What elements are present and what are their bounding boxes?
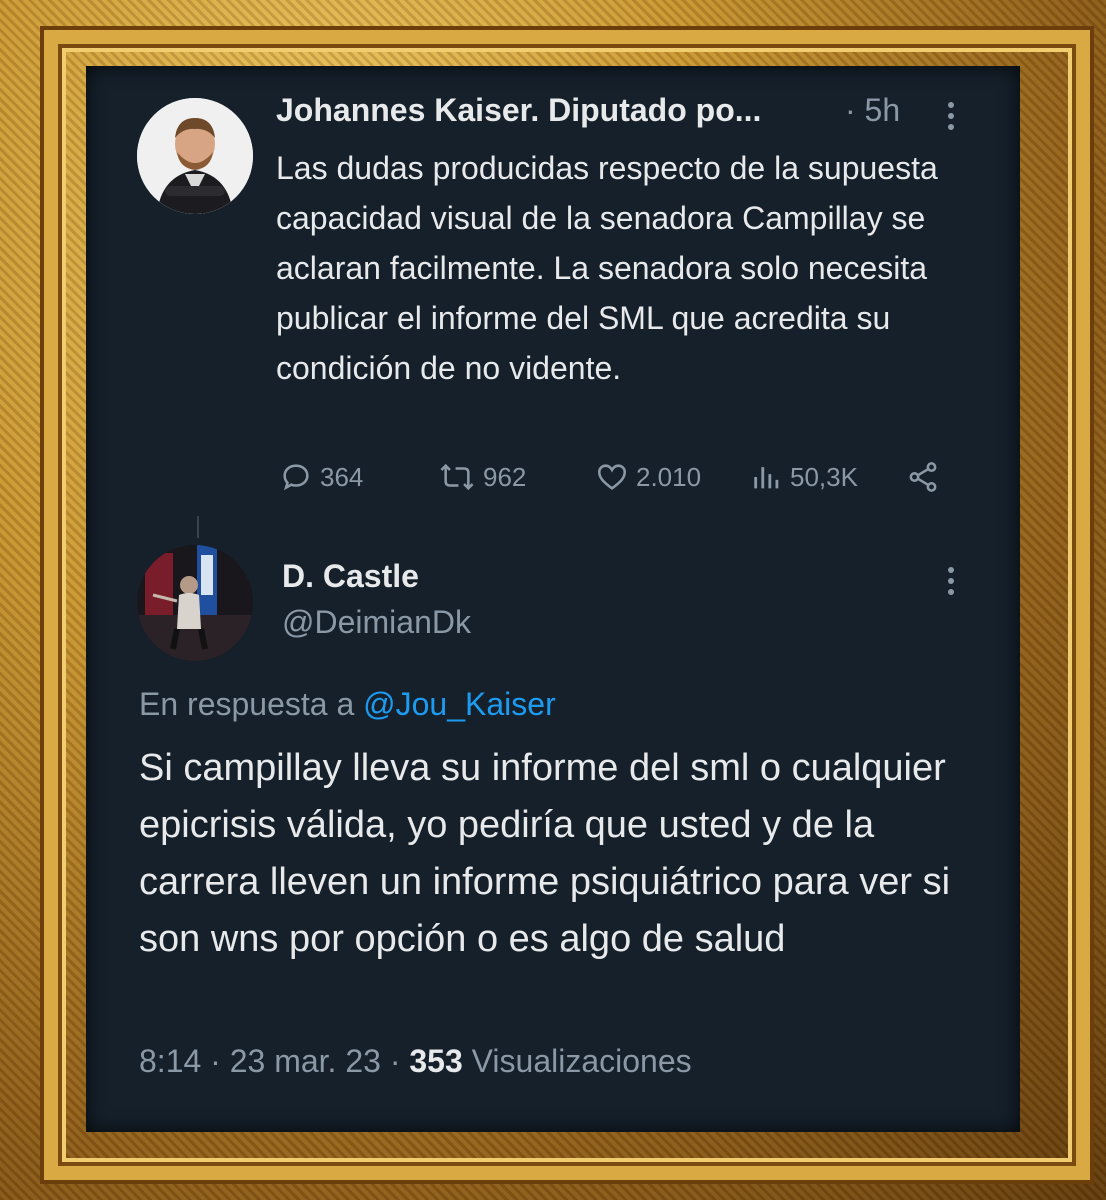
reply-tweet-text: Si campillay lleva su informe del sml o … [139, 747, 951, 960]
analytics-icon [754, 467, 779, 489]
reply-tweet-meta: 8:14 · 23 mar. 23 · 353 Visualizaciones [139, 1043, 692, 1080]
time-separator: · [845, 92, 856, 128]
retweet-count-button[interactable]: 962 [437, 459, 526, 495]
castle-avatar[interactable] [137, 545, 253, 661]
thread-line [197, 516, 199, 538]
like-count: 2.010 [636, 461, 702, 492]
views-count: 50,3K [790, 461, 858, 492]
reply-count: 364 [320, 461, 364, 492]
kaiser-avatar[interactable] [137, 98, 253, 214]
original-tweet-time[interactable]: · 5h [845, 92, 900, 129]
views-number: 353 [409, 1043, 463, 1079]
reply-to-handle-link[interactable]: @Jou_Kaiser [363, 686, 556, 722]
time-label: 5h [864, 92, 901, 128]
views-count-button[interactable]: 50,3K [750, 459, 858, 495]
reply-author-handle[interactable]: @DeimianDk [282, 604, 471, 641]
heart-icon [597, 464, 627, 490]
reply-author-name[interactable]: D. Castle [282, 558, 419, 595]
share-icon [909, 462, 937, 492]
original-author-name[interactable]: Johannes Kaiser. Diputado po... [276, 92, 761, 129]
views-label[interactable]: Visualizaciones [472, 1043, 692, 1079]
like-count-button[interactable]: 2.010 [594, 459, 701, 495]
more-options-icon[interactable] [947, 102, 955, 135]
reply-more-options-icon[interactable] [947, 567, 955, 600]
reply-icon [283, 464, 309, 491]
meta-separator-2: · [389, 1043, 401, 1079]
retweet-count: 962 [483, 461, 527, 492]
tweet-date[interactable]: 23 mar. 23 [230, 1043, 381, 1079]
reply-count-button[interactable]: 364 [278, 459, 363, 495]
retweet-icon [440, 463, 474, 491]
in-reply-to: En respuesta a @Jou_Kaiser [139, 686, 556, 723]
reply-to-label: En respuesta a [139, 686, 355, 722]
tweet-time[interactable]: 8:14 [139, 1043, 201, 1079]
original-tweet-text: Las dudas producidas respecto de la supu… [276, 150, 938, 386]
meta-separator-1: · [210, 1043, 221, 1079]
share-button[interactable] [906, 459, 946, 495]
